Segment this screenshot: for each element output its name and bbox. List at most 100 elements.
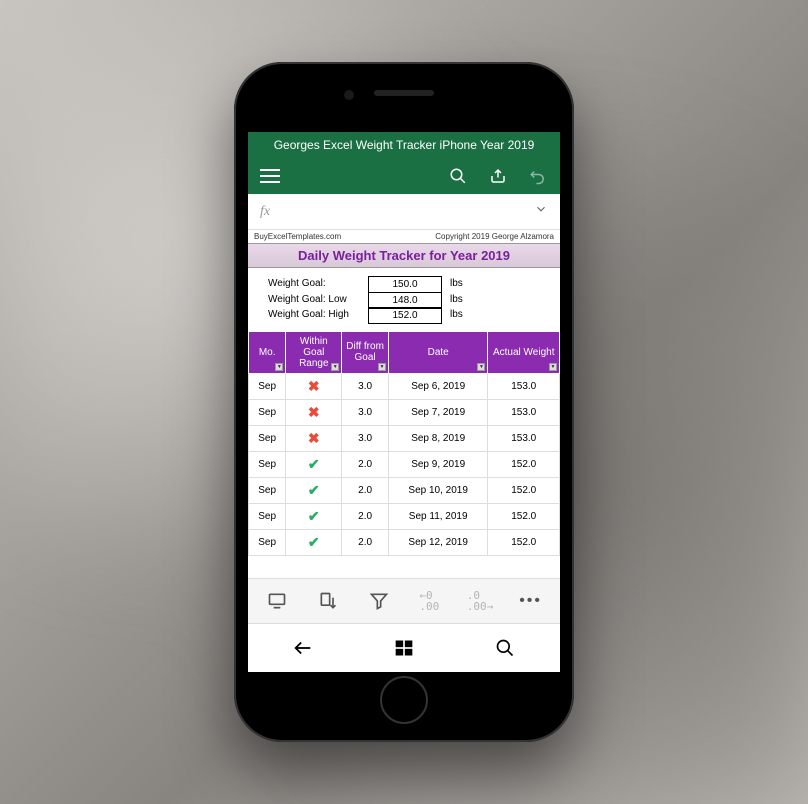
display-icon[interactable] — [265, 589, 289, 613]
cell-weight[interactable]: 153.0 — [488, 373, 560, 399]
goal-label: Weight Goal: High — [268, 309, 368, 320]
sheet-meta: BuyExcelTemplates.com Copyright 2019 Geo… — [248, 230, 560, 243]
filter-icon[interactable]: ▼ — [331, 363, 339, 371]
source-label: BuyExcelTemplates.com — [254, 232, 341, 241]
formula-bar[interactable]: fx — [248, 194, 560, 230]
cell-weight[interactable]: 152.0 — [488, 503, 560, 529]
chevron-down-icon[interactable] — [534, 202, 548, 221]
app-toolbar — [248, 158, 560, 194]
app-screen: Georges Excel Weight Tracker iPhone Year… — [248, 132, 560, 672]
cell-in-range[interactable]: ✔ — [286, 477, 342, 503]
cell-in-range[interactable]: ✔ — [286, 529, 342, 555]
cell-weight[interactable]: 153.0 — [488, 399, 560, 425]
copyright-label: Copyright 2019 George Alzamora — [435, 232, 554, 241]
column-header-range[interactable]: Within Goal Range▼ — [286, 331, 342, 373]
cell-diff[interactable]: 2.0 — [342, 451, 389, 477]
column-header-date[interactable]: Date▼ — [388, 331, 488, 373]
goal-label: Weight Goal: Low — [268, 294, 368, 305]
fx-label: fx — [260, 204, 270, 220]
windows-icon[interactable] — [392, 636, 416, 660]
goal-label: Weight Goal: — [268, 278, 368, 289]
check-icon: ✔ — [308, 508, 320, 524]
goal-value[interactable]: 150.0 — [368, 276, 442, 293]
share-icon[interactable] — [488, 166, 508, 186]
bottom-toolbar: ←0 .00 .0 .00→ ••• — [248, 578, 560, 623]
cell-weight[interactable]: 153.0 — [488, 425, 560, 451]
back-icon[interactable] — [291, 636, 315, 660]
cell-date[interactable]: Sep 11, 2019 — [388, 503, 488, 529]
filter-icon[interactable]: ▼ — [549, 363, 557, 371]
decimal-increase-icon[interactable]: .0 .00→ — [468, 589, 492, 613]
x-icon: ✖ — [308, 378, 320, 394]
phone-camera — [344, 90, 354, 100]
cell-date[interactable]: Sep 9, 2019 — [388, 451, 488, 477]
table-row[interactable]: Sep ✔ 2.0Sep 9, 2019152.0 — [249, 451, 560, 477]
cell-weight[interactable]: 152.0 — [488, 451, 560, 477]
cell-mo[interactable]: Sep — [249, 477, 286, 503]
column-header-diff[interactable]: Diff from Goal▼ — [342, 331, 389, 373]
cell-diff[interactable]: 2.0 — [342, 477, 389, 503]
filter-icon[interactable] — [367, 589, 391, 613]
column-header-weight[interactable]: Actual Weight▼ — [488, 331, 560, 373]
more-icon[interactable]: ••• — [519, 589, 543, 613]
filter-icon[interactable]: ▼ — [378, 363, 386, 371]
cell-diff[interactable]: 3.0 — [342, 425, 389, 451]
nav-bar — [248, 623, 560, 672]
cell-weight[interactable]: 152.0 — [488, 477, 560, 503]
filter-icon[interactable]: ▼ — [477, 363, 485, 371]
cell-mo[interactable]: Sep — [249, 529, 286, 555]
cell-date[interactable]: Sep 6, 2019 — [388, 373, 488, 399]
check-icon: ✔ — [308, 482, 320, 498]
check-icon: ✔ — [308, 456, 320, 472]
cell-diff[interactable]: 2.0 — [342, 503, 389, 529]
sheet-title: Daily Weight Tracker for Year 2019 — [248, 243, 560, 268]
column-header-mo[interactable]: Mo.▼ — [249, 331, 286, 373]
filter-icon[interactable]: ▼ — [275, 363, 283, 371]
goal-unit: lbs — [442, 278, 463, 289]
search-nav-icon[interactable] — [493, 636, 517, 660]
undo-icon[interactable] — [528, 166, 548, 186]
cell-date[interactable]: Sep 12, 2019 — [388, 529, 488, 555]
check-icon: ✔ — [308, 534, 320, 550]
app-header: Georges Excel Weight Tracker iPhone Year… — [248, 132, 560, 194]
cell-mo[interactable]: Sep — [249, 425, 286, 451]
cell-mo[interactable]: Sep — [249, 373, 286, 399]
cell-weight[interactable]: 152.0 — [488, 529, 560, 555]
table-row[interactable]: Sep ✔ 2.0Sep 10, 2019152.0 — [249, 477, 560, 503]
phone-frame: Georges Excel Weight Tracker iPhone Year… — [234, 62, 574, 742]
app-title: Georges Excel Weight Tracker iPhone Year… — [248, 132, 560, 158]
decimal-decrease-icon[interactable]: ←0 .00 — [417, 589, 441, 613]
goal-unit: lbs — [442, 309, 463, 320]
cell-mo[interactable]: Sep — [249, 399, 286, 425]
cell-mo[interactable]: Sep — [249, 451, 286, 477]
table-row[interactable]: Sep ✖ 3.0Sep 8, 2019153.0 — [249, 425, 560, 451]
table-row[interactable]: Sep ✖ 3.0Sep 7, 2019153.0 — [249, 399, 560, 425]
cell-in-range[interactable]: ✖ — [286, 373, 342, 399]
goal-value[interactable]: 148.0 — [368, 292, 442, 309]
table-row[interactable]: Sep ✔ 2.0Sep 11, 2019152.0 — [249, 503, 560, 529]
cell-diff[interactable]: 3.0 — [342, 399, 389, 425]
goal-row: Weight Goal: Low 148.0 lbs — [268, 292, 540, 308]
cell-date[interactable]: Sep 7, 2019 — [388, 399, 488, 425]
cell-in-range[interactable]: ✖ — [286, 425, 342, 451]
cell-in-range[interactable]: ✖ — [286, 399, 342, 425]
x-icon: ✖ — [308, 430, 320, 446]
cell-diff[interactable]: 3.0 — [342, 373, 389, 399]
x-icon: ✖ — [308, 404, 320, 420]
goal-row: Weight Goal: 150.0 lbs — [268, 276, 540, 292]
cell-mo[interactable]: Sep — [249, 503, 286, 529]
goals-section: Weight Goal: 150.0 lbs Weight Goal: Low … — [248, 268, 560, 331]
menu-icon[interactable] — [260, 169, 280, 183]
sort-icon[interactable] — [316, 589, 340, 613]
goal-value[interactable]: 152.0 — [368, 307, 442, 324]
cell-date[interactable]: Sep 10, 2019 — [388, 477, 488, 503]
table-row[interactable]: Sep ✖ 3.0Sep 6, 2019153.0 — [249, 373, 560, 399]
goal-row: Weight Goal: High 152.0 lbs — [268, 307, 540, 323]
search-icon[interactable] — [448, 166, 468, 186]
cell-date[interactable]: Sep 8, 2019 — [388, 425, 488, 451]
cell-diff[interactable]: 2.0 — [342, 529, 389, 555]
cell-in-range[interactable]: ✔ — [286, 451, 342, 477]
table-row[interactable]: Sep ✔ 2.0Sep 12, 2019152.0 — [249, 529, 560, 555]
goal-unit: lbs — [442, 294, 463, 305]
cell-in-range[interactable]: ✔ — [286, 503, 342, 529]
